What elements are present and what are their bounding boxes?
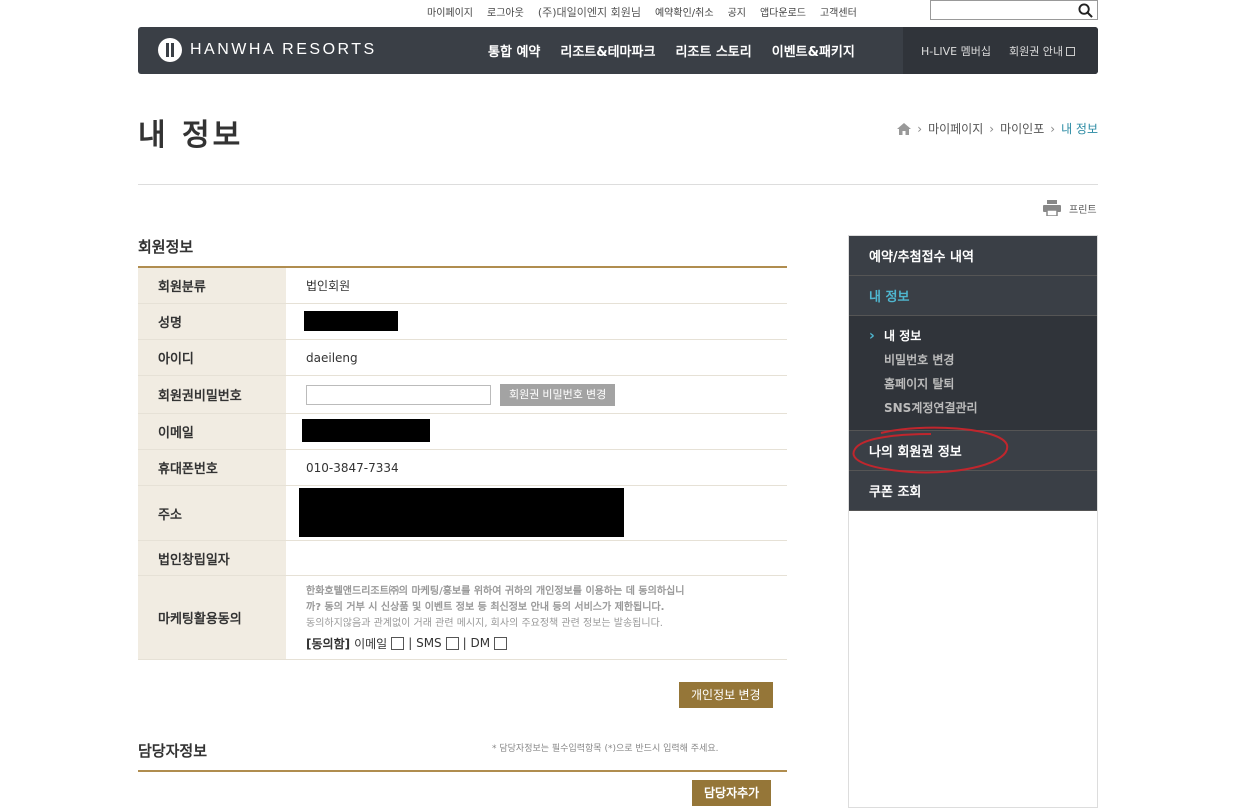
reservation-check-link[interactable]: 예약확인/취소 [655,4,714,20]
table-row: 회원분류 법인회원 [138,268,787,304]
marketing-consent-cell: 한화호텔앤드리조트㈜의 마케팅/홍보를 위하여 귀하의 개인정보를 이용하는 데… [286,576,787,659]
membership-password-input[interactable] [306,384,491,405]
dm-consent-checkbox[interactable] [494,636,508,650]
phone-label: 휴대폰번호 [138,450,286,485]
marketing-consent-label: 마케팅활용동의 [138,576,286,659]
sidebar: 예약/추첨접수 내역 내 정보 내 정보 비밀번호 변경 홈페이지 탈퇴 SNS… [848,235,1098,808]
founding-date-label: 법인창립일자 [138,541,286,575]
breadcrumb: › 마이페이지 › 마이인포 › 내 정보 [897,120,1098,137]
table-row: 성명 [138,304,787,340]
sms-option-label: | SMS [408,636,442,650]
password-label: 회원권비밀번호 [138,376,286,413]
notice-link[interactable]: 공지 [728,4,746,20]
utility-links: 마이페이지 로그아웃 (주)대일이엔지 회원님 예약확인/취소 공지 앱다운로드… [427,4,871,20]
table-row: 이메일 [138,414,787,450]
address-value [286,486,787,540]
home-icon[interactable] [897,122,912,135]
marketing-text-1: 한화호텔앤드리조트㈜의 마케팅/홍보를 위하여 귀하의 개인정보를 이용하는 데… [306,585,685,597]
sidebar-item-my-info[interactable]: 내 정보 [849,276,1097,316]
main-menu: 통합 예약 리조트&테마파크 리조트 스토리 이벤트&패키지 [488,41,875,60]
founding-date-value [286,541,787,575]
menu-event-package[interactable]: 이벤트&패키지 [772,41,855,60]
member-type-label: 회원분류 [138,268,286,303]
print-label: 프린트 [1069,204,1097,216]
member-info-title: 회원정보 [138,238,194,256]
add-manager-button[interactable]: 담당자추가 [692,780,772,806]
logo-mark-icon [158,38,182,62]
manager-info-note: * 담당자정보는 필수입력항목 (*)으로 반드시 입력해 주세요. [492,744,719,754]
print-button[interactable]: 프린트 [1043,200,1097,216]
marketing-text-2: 까? 동의 거부 시 신상품 및 이벤트 정보 등 최신정보 안내 등의 서비스… [306,601,665,613]
marketing-text-3: 동의하지않음과 관계없이 거래 관련 메시지, 회사의 주요정책 관련 정보는 … [306,617,663,629]
table-row: 법인창립일자 [138,541,787,576]
hanwha-logo[interactable]: HANWHA RESORTS [158,38,377,62]
table-row: 회원권비밀번호 회원권 비밀번호 변경 [138,376,787,414]
menu-integrated-reservation[interactable]: 통합 예약 [488,41,540,60]
title-divider [138,184,1098,185]
hlive-membership-link[interactable]: H-LIVE 멤버십 [921,43,991,59]
name-value [286,304,787,339]
customer-center-link[interactable]: 고객센터 [820,4,857,20]
consent-options: [동의함] 이메일 | SMS | DM [306,635,511,652]
sidebar-sub-sns-link[interactable]: SNS계정연결관리 [869,396,1097,420]
table-row: 휴대폰번호 010-3847-7334 [138,450,787,486]
page-title: 내 정보 [138,118,244,153]
search-icon[interactable] [1078,3,1093,18]
menu-resort-themepark[interactable]: 리조트&테마파크 [560,41,655,60]
sidebar-sub-withdraw[interactable]: 홈페이지 탈퇴 [869,372,1097,396]
breadcrumb-current: 내 정보 [1061,122,1098,136]
table-row: 아이디 daeileng [138,340,787,376]
address-label: 주소 [138,486,286,540]
sms-consent-checkbox[interactable] [445,636,459,650]
email-option-label: 이메일 [354,636,388,651]
nav-right: H-LIVE 멤버십 회원권 안내 [903,27,1098,74]
chevron-right-icon: › [917,121,923,136]
id-label: 아이디 [138,340,286,375]
email-label: 이메일 [138,414,286,449]
chevron-right-icon: › [1050,121,1056,136]
name-label: 성명 [138,304,286,339]
table-row: 마케팅활용동의 한화호텔앤드리조트㈜의 마케팅/홍보를 위하여 귀하의 개인정보… [138,576,787,660]
logout-link[interactable]: 로그아웃 [487,4,524,20]
sidebar-sub-my-info[interactable]: 내 정보 [869,324,1097,348]
sidebar-item-coupons[interactable]: 쿠폰 조회 [849,471,1097,511]
chevron-right-icon: › [989,121,995,136]
member-type-value: 법인회원 [306,279,351,293]
manager-info-divider [138,770,787,772]
menu-resort-story[interactable]: 리조트 스토리 [675,41,751,60]
table-row: 주소 [138,486,787,541]
app-download-link[interactable]: 앱다운로드 [760,4,806,20]
manager-info-title: 담당자정보 [138,742,208,760]
mypage-link[interactable]: 마이페이지 [427,4,473,20]
search-box [930,0,1098,22]
phone-value: 010-3847-7334 [306,460,399,475]
main-nav: HANWHA RESORTS 통합 예약 리조트&테마파크 리조트 스토리 이벤… [138,27,1098,74]
sidebar-submenu: 내 정보 비밀번호 변경 홈페이지 탈퇴 SNS계정연결관리 [849,316,1097,431]
redacted-email [302,419,430,442]
dm-option-label: | DM [462,636,491,650]
printer-icon [1043,200,1061,216]
search-input[interactable] [931,4,1071,22]
member-info-table: 회원분류 법인회원 성명 아이디 daeileng 회원권비밀번호 회원권 비밀… [138,268,787,660]
breadcrumb-myinfo[interactable]: 마이인포 [1000,120,1044,137]
id-value: daeileng [306,350,358,365]
email-consent-checkbox[interactable] [391,636,405,650]
edit-personal-info-button[interactable]: 개인정보 변경 [679,682,773,708]
redacted-address [299,488,624,537]
external-link-icon [1066,47,1076,56]
red-annotation-circle [852,426,1009,474]
logo-text: HANWHA RESORTS [190,41,377,58]
breadcrumb-mypage[interactable]: 마이페이지 [928,120,983,137]
email-value [286,414,787,449]
sidebar-sub-change-password[interactable]: 비밀번호 변경 [869,348,1097,372]
password-cell: 회원권 비밀번호 변경 [286,376,787,413]
change-membership-password-button[interactable]: 회원권 비밀번호 변경 [500,383,616,406]
user-greeting: (주)대일이엔지 회원님 [537,6,641,19]
sidebar-item-reservations[interactable]: 예약/추첨접수 내역 [849,236,1097,276]
redacted-name [304,311,398,331]
membership-info-label: 회원권 안내 [1008,44,1064,58]
utility-bar: 마이페이지 로그아웃 (주)대일이엔지 회원님 예약확인/취소 공지 앱다운로드… [0,0,1242,24]
membership-info-link[interactable]: 회원권 안내 [1008,43,1076,59]
agree-label: [동의함] [306,636,351,651]
